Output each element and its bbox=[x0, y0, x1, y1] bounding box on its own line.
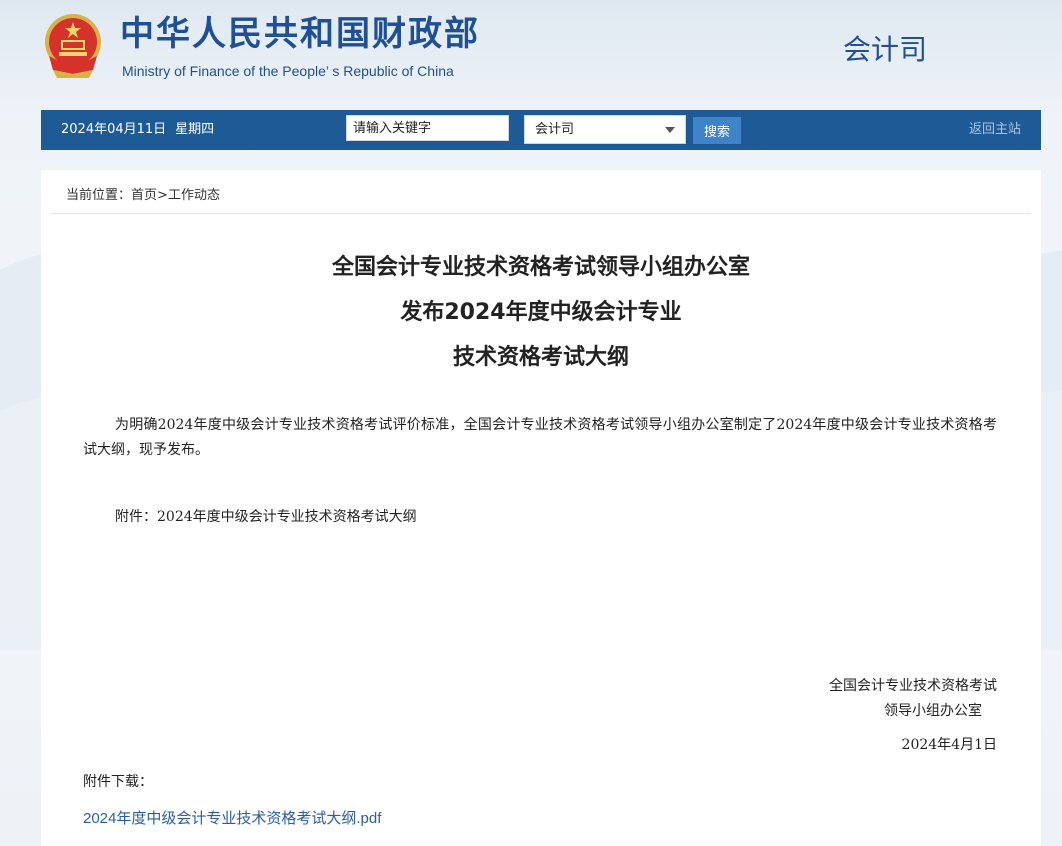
article-signature: 全国会计专业技术资格考试 领导小组办公室 2024年4月1日 bbox=[829, 674, 997, 758]
breadcrumb-divider bbox=[51, 213, 1031, 214]
attachment-note: 附件：2024年度中级会计专业技术资格考试大纲 bbox=[115, 509, 417, 525]
return-home-link[interactable]: 返回主站 bbox=[969, 121, 1021, 139]
signature-org-line1: 全国会计专业技术资格考试 bbox=[829, 678, 997, 694]
signature-org-line2: 领导小组办公室 bbox=[884, 703, 982, 719]
content-panel: 当前位置：首页>工作动态 全国会计专业技术资格考试领导小组办公室 发布2024年… bbox=[41, 170, 1041, 846]
breadcrumb-current-link[interactable]: 工作动态 bbox=[168, 188, 220, 203]
department-select-value: 会计司 bbox=[535, 122, 575, 137]
weekday-text: 星期四 bbox=[175, 122, 215, 137]
breadcrumb-separator: > bbox=[157, 188, 168, 203]
breadcrumb-home-link[interactable]: 首页 bbox=[131, 188, 157, 203]
article-title-line: 技术资格考试大纲 bbox=[452, 345, 629, 370]
article-title-line: 发布2024年度中级会计专业 bbox=[400, 300, 682, 325]
department-name: 会计司 bbox=[843, 33, 928, 66]
article-title-line: 全国会计专业技术资格考试领导小组办公室 bbox=[331, 255, 750, 280]
current-date: 2024年04月11日 星期四 bbox=[61, 121, 214, 139]
department-select[interactable]: 会计司 bbox=[524, 115, 686, 144]
attachment-download-link[interactable]: 2024年度中级会计专业技术资格考试大纲.pdf bbox=[83, 808, 381, 830]
breadcrumb-prefix: 当前位置： bbox=[66, 188, 132, 203]
article-body: 为明确2024年度中级会计专业技术资格考试评价标准，全国会计专业技术资格考试领导… bbox=[83, 417, 997, 458]
breadcrumb: 当前位置：首页>工作动态 bbox=[66, 187, 220, 205]
article-title: 全国会计专业技术资格考试领导小组办公室 发布2024年度中级会计专业 技术资格考… bbox=[41, 245, 1041, 380]
chevron-down-icon bbox=[665, 127, 675, 133]
downloads-label: 附件下载： bbox=[83, 774, 153, 790]
signature-date: 2024年4月1日 bbox=[901, 737, 997, 753]
top-nav-bar: 2024年04月11日星期四 会计司 搜索 返回主站 bbox=[41, 110, 1041, 150]
search-button[interactable]: 搜索 bbox=[693, 117, 741, 144]
national-emblem-icon[interactable] bbox=[41, 12, 105, 80]
search-input[interactable] bbox=[346, 115, 509, 141]
ministry-title-cn: 中华人民共和国财政部 bbox=[120, 14, 480, 54]
date-text: 2024年04月11日 bbox=[61, 122, 167, 137]
ministry-title-en: Ministry of Finance of the People’ s Rep… bbox=[122, 63, 454, 79]
site-header: 中华人民共和国财政部 Ministry of Finance of the Pe… bbox=[0, 0, 1062, 110]
